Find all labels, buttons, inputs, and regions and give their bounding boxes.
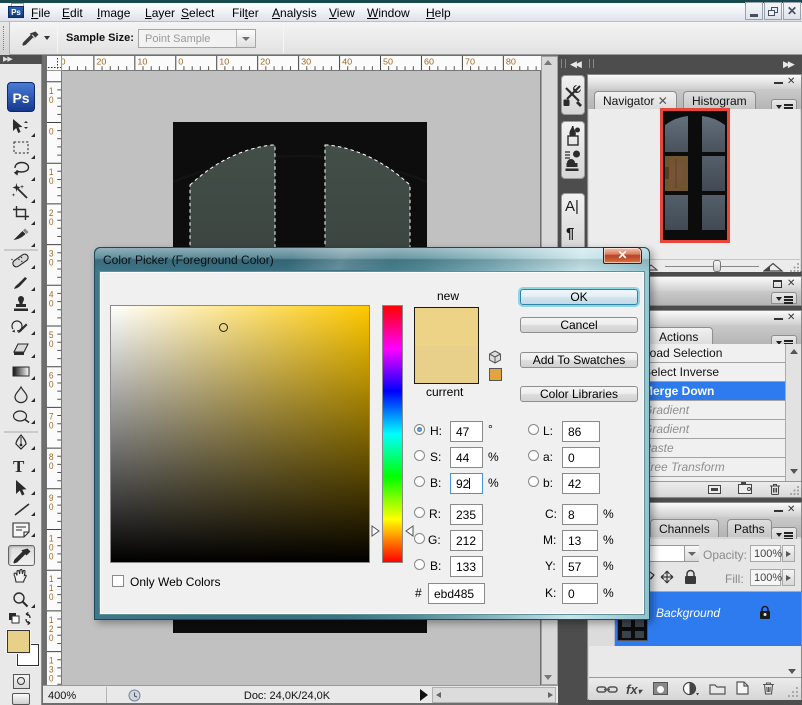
- svg-text:0: 0: [49, 339, 54, 349]
- svg-text:0: 0: [178, 57, 183, 67]
- svg-text:0: 0: [49, 502, 54, 512]
- svg-text:0: 0: [49, 673, 54, 683]
- svg-text:40: 40: [342, 57, 352, 67]
- svg-text:0: 0: [49, 420, 54, 430]
- svg-text:T: T: [13, 457, 25, 476]
- svg-text:30: 30: [301, 57, 311, 67]
- svg-text:80: 80: [506, 57, 516, 67]
- svg-text:0: 0: [49, 257, 54, 267]
- svg-text:0: 0: [49, 176, 54, 186]
- svg-text:0: 0: [49, 461, 54, 471]
- svg-text:0: 0: [49, 126, 54, 136]
- svg-text:0: 0: [49, 217, 54, 227]
- svg-text:70: 70: [465, 57, 475, 67]
- svg-text:20: 20: [260, 57, 270, 67]
- svg-text:0: 0: [49, 551, 54, 561]
- svg-text:50: 50: [383, 57, 393, 67]
- svg-text:20: 20: [96, 57, 106, 67]
- svg-text:10: 10: [219, 57, 229, 67]
- svg-text:60: 60: [424, 57, 434, 67]
- svg-text:0: 0: [49, 298, 54, 308]
- svg-text:0: 0: [49, 379, 54, 389]
- svg-text:0: 0: [49, 95, 54, 105]
- svg-text:10: 10: [137, 57, 147, 67]
- svg-text:0: 0: [49, 592, 54, 602]
- svg-text:0: 0: [49, 633, 54, 643]
